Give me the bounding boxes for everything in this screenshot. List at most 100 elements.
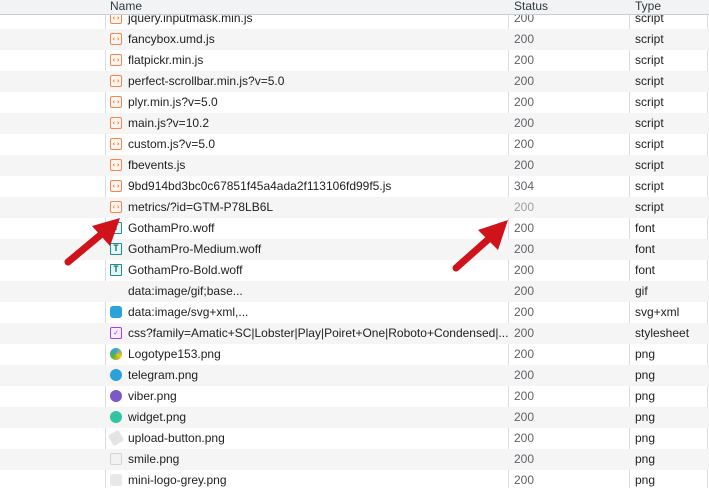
request-name[interactable]: plyr.min.js?v=5.0 [128, 92, 218, 113]
request-row[interactable]: telegram.png 200 png [0, 365, 709, 386]
request-row[interactable]: ‹› fbevents.js 200 script [0, 155, 709, 176]
request-type: font [635, 242, 656, 256]
request-type: script [635, 200, 664, 214]
request-name[interactable]: perfect-scrollbar.min.js?v=5.0 [128, 71, 284, 92]
request-row[interactable]: ‹› plyr.min.js?v=5.0 200 script [0, 92, 709, 113]
request-status: 200 [514, 305, 535, 319]
request-status: 200 [514, 284, 535, 298]
request-name[interactable]: smile.png [128, 449, 179, 470]
request-row[interactable]: data:image/svg+xml,... 200 svg+xml [0, 302, 709, 323]
svg-image-icon [110, 306, 122, 318]
request-status: 200 [514, 431, 535, 445]
request-status: 200 [514, 74, 535, 88]
request-status: 200 [514, 263, 535, 277]
request-row[interactable]: ‹› custom.js?v=5.0 200 script [0, 134, 709, 155]
request-name[interactable]: GothamPro.woff [128, 218, 214, 239]
request-type: font [635, 263, 656, 277]
request-row[interactable]: viber.png 200 png [0, 386, 709, 407]
request-type: stylesheet [635, 326, 690, 340]
request-name[interactable]: main.js?v=10.2 [128, 113, 209, 134]
request-type: png [635, 389, 656, 403]
network-panel: Name Status Type ‹› jquery.inputmask.min.… [0, 0, 709, 488]
request-name[interactable]: data:image/svg+xml,... [128, 302, 248, 323]
smile-image-icon [110, 453, 122, 465]
request-status: 304 [514, 179, 535, 193]
request-name[interactable]: flatpickr.min.js [128, 50, 203, 71]
request-type: png [635, 452, 656, 466]
request-type: svg+xml [635, 305, 680, 319]
request-status: 200 [514, 32, 535, 46]
request-name[interactable]: mini-logo-grey.png [128, 470, 227, 488]
request-row[interactable]: ‹› flatpickr.min.js 200 script [0, 50, 709, 71]
request-name[interactable]: fbevents.js [128, 155, 185, 176]
request-type: script [635, 137, 664, 151]
logo-image-icon [110, 348, 122, 360]
request-status: 200 [514, 473, 535, 487]
request-type: script [635, 74, 664, 88]
request-name[interactable]: metrics/?id=GTM-P78LB6L [128, 197, 273, 218]
request-row[interactable]: ‹› 9bd914bd3bc0c67851f45a4ada2f113106fd99… [0, 176, 709, 197]
script-file-icon: ‹› [110, 54, 122, 66]
stylesheet-file-icon: ✓ [110, 327, 122, 339]
script-file-icon: ‹› [110, 138, 122, 150]
request-type: script [635, 32, 664, 46]
script-file-icon: ‹› [110, 33, 122, 45]
request-status: 200 [514, 158, 535, 172]
request-type: png [635, 347, 656, 361]
paperclip-icon [107, 429, 125, 447]
request-row[interactable]: upload-button.png 200 png [0, 428, 709, 449]
request-type: png [635, 473, 656, 487]
column-header-status[interactable]: Status [514, 0, 548, 13]
request-type: png [635, 368, 656, 382]
request-type: gif [635, 284, 648, 298]
red-arrow-annotation-name [64, 218, 120, 266]
script-file-icon: ‹› [110, 159, 122, 171]
request-row[interactable]: Logotype153.png 200 png [0, 344, 709, 365]
request-name[interactable]: telegram.png [128, 365, 198, 386]
request-status: 200 [514, 368, 535, 382]
request-status: 200 [514, 200, 535, 214]
request-type: font [635, 221, 656, 235]
request-type: script [635, 179, 664, 193]
request-name[interactable]: data:image/gif;base... [128, 281, 243, 302]
request-name[interactable]: fancybox.umd.js [128, 29, 215, 50]
request-name[interactable]: viber.png [128, 386, 177, 407]
request-row[interactable]: ✓ css?family=Amatic+SC|Lobster|Play|Poire… [0, 323, 709, 344]
request-status: 200 [514, 326, 535, 340]
request-row[interactable]: smile.png 200 png [0, 449, 709, 470]
request-name[interactable]: css?family=Amatic+SC|Lobster|Play|Poiret… [128, 323, 508, 344]
request-name[interactable]: custom.js?v=5.0 [128, 134, 215, 155]
request-name[interactable]: Logotype153.png [128, 344, 221, 365]
widget-icon [110, 411, 122, 423]
request-name[interactable]: GothamPro-Medium.woff [128, 239, 261, 260]
request-row[interactable]: ‹› fancybox.umd.js 200 script [0, 29, 709, 50]
request-type: png [635, 410, 656, 424]
request-status: 200 [514, 410, 535, 424]
viber-icon [110, 390, 122, 402]
request-name[interactable]: widget.png [128, 407, 186, 428]
network-table-header: Name Status Type [0, 0, 709, 15]
request-row[interactable]: ‹› perfect-scrollbar.min.js?v=5.0 200 scrip… [0, 71, 709, 92]
script-file-icon: ‹› [110, 117, 122, 129]
column-header-type[interactable]: Type [635, 0, 661, 13]
script-file-icon: ‹› [110, 180, 122, 192]
request-name[interactable]: upload-button.png [128, 428, 225, 449]
request-status: 200 [514, 347, 535, 361]
request-type: script [635, 53, 664, 67]
request-type: script [635, 116, 664, 130]
request-name[interactable]: GothamPro-Bold.woff [128, 260, 243, 281]
request-row[interactable]: mini-logo-grey.png 200 png [0, 470, 709, 488]
request-name[interactable]: 9bd914bd3bc0c67851f45a4ada2f113106fd99f5… [128, 176, 391, 197]
request-row[interactable]: data:image/gif;base... 200 gif [0, 281, 709, 302]
telegram-icon [110, 369, 122, 381]
request-type: script [635, 158, 664, 172]
request-status: 200 [514, 389, 535, 403]
request-type: script [635, 95, 664, 109]
request-row[interactable]: widget.png 200 png [0, 407, 709, 428]
request-row[interactable]: ‹› main.js?v=10.2 200 script [0, 113, 709, 134]
request-status: 200 [514, 53, 535, 67]
request-status: 200 [514, 95, 535, 109]
column-header-name[interactable]: Name [110, 0, 142, 13]
request-status: 200 [514, 452, 535, 466]
request-type: png [635, 431, 656, 445]
